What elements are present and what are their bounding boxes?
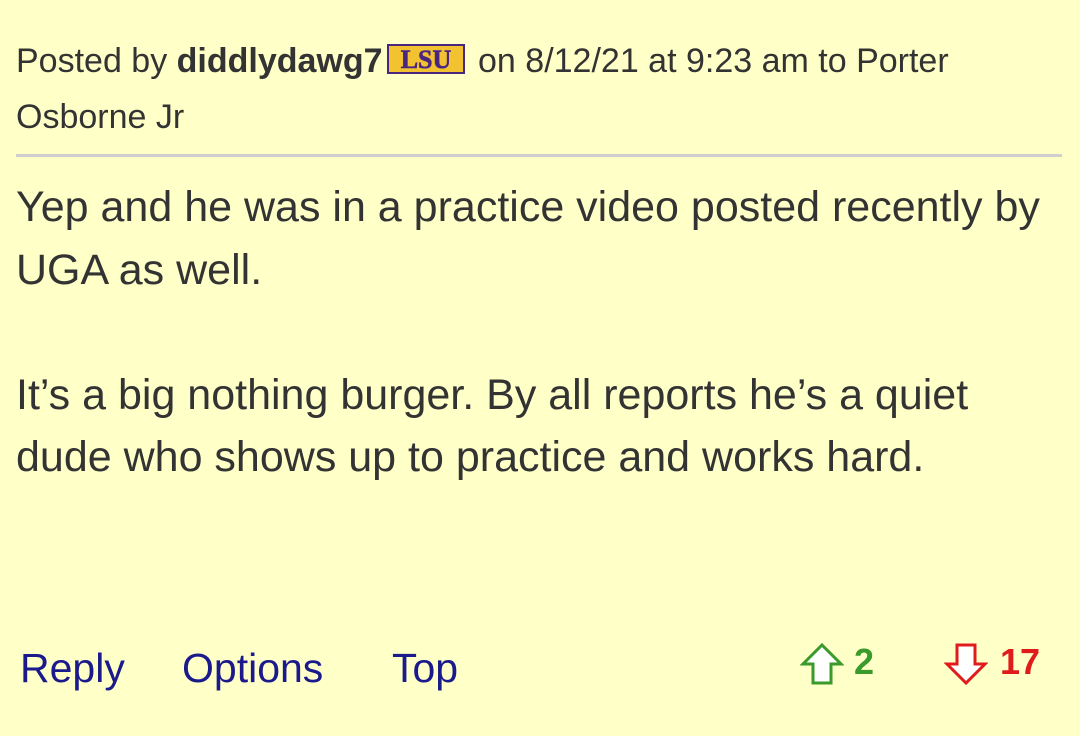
- header-divider: [16, 154, 1062, 157]
- top-button[interactable]: Top: [392, 640, 458, 696]
- lsu-logo-icon: LSU: [386, 36, 465, 90]
- team-badge-text: LSU: [400, 45, 451, 74]
- author-name[interactable]: diddlydawg7: [177, 42, 383, 80]
- post-header: Posted by diddlydawg7 LSU on 8/12/21 at …: [16, 34, 1046, 144]
- posted-by-label: Posted by: [16, 42, 177, 80]
- downvote-count: 17: [1000, 641, 1041, 682]
- post-paragraph: Yep and he was in a practice video poste…: [16, 183, 1040, 294]
- upvote-count: 2: [854, 641, 875, 682]
- options-button[interactable]: Options: [182, 640, 323, 696]
- up-arrow-icon: [800, 642, 844, 685]
- forum-post: Posted by diddlydawg7 LSU on 8/12/21 at …: [16, 0, 1062, 736]
- post-body: Yep and he was in a practice video poste…: [16, 176, 1056, 489]
- reply-button[interactable]: Reply: [20, 640, 125, 696]
- down-arrow-icon: [944, 643, 988, 686]
- post-paragraph: It’s a big nothing burger. By all report…: [16, 370, 969, 482]
